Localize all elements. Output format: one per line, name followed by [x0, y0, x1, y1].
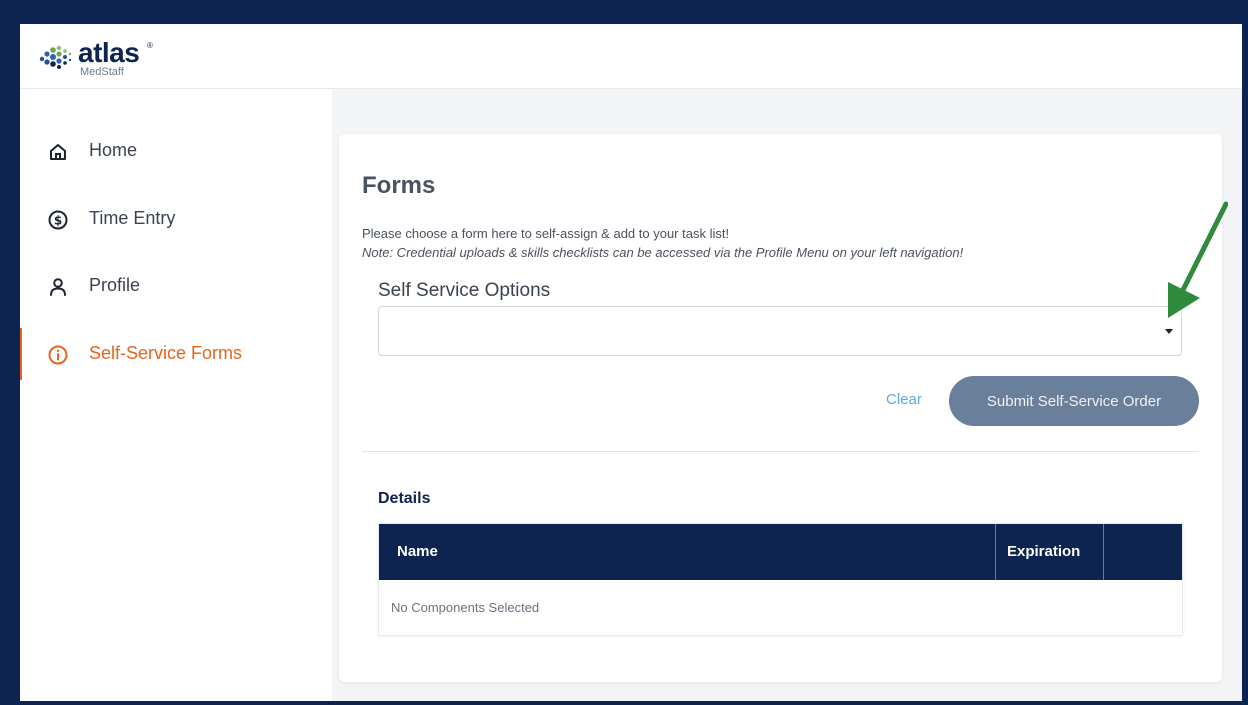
details-table: Name Expiration No Components Selected [378, 523, 1183, 636]
sidebar-item-home[interactable]: Home [20, 131, 332, 171]
brand-name: atlas [78, 37, 140, 68]
top-bar: atlas ® MedStaff [20, 24, 1242, 89]
sidebar: Home $ Time Entry Profile Self-Service F… [20, 89, 332, 701]
sidebar-item-label: Time Entry [89, 208, 176, 228]
submit-self-service-order-button[interactable]: Submit Self-Service Order [949, 376, 1199, 426]
globe-logo-icon [39, 45, 72, 69]
screen-frame: atlas ® MedStaff Home $ Time Entry Profi… [0, 0, 1248, 705]
column-header-name: Name [397, 543, 438, 560]
atlas-logo[interactable]: atlas ® MedStaff [34, 37, 164, 78]
brand-registered-mark: ® [147, 41, 153, 50]
column-separator [1103, 524, 1104, 580]
clear-button[interactable]: Clear [886, 391, 922, 408]
sidebar-item-profile[interactable]: Profile [20, 266, 332, 306]
green-arrow-annotation-icon [1168, 201, 1228, 318]
caret-down-icon[interactable] [1165, 329, 1173, 334]
self-service-options-select[interactable] [378, 306, 1182, 356]
note-text: Note: Credential uploads & skills checkl… [362, 245, 964, 260]
user-icon [50, 278, 66, 296]
info-circle-icon [48, 345, 68, 365]
self-service-options-label: Self Service Options [378, 280, 551, 301]
column-separator [995, 524, 996, 580]
svg-text:$: $ [54, 214, 62, 228]
page-title: Forms [362, 172, 436, 199]
sidebar-item-self-service-forms[interactable]: Self-Service Forms [20, 328, 332, 380]
empty-table-message: No Components Selected [391, 600, 540, 615]
sidebar-item-label: Home [89, 140, 138, 160]
home-icon [50, 144, 66, 160]
details-heading: Details [378, 490, 431, 507]
sidebar-item-time-entry[interactable]: $ Time Entry [20, 199, 332, 239]
brand-subtitle: MedStaff [80, 66, 124, 78]
table-header: Name Expiration [379, 524, 1182, 580]
sidebar-item-label: Profile [89, 275, 141, 295]
intro-text: Please choose a form here to self-assign… [362, 226, 730, 241]
dollar-circle-icon: $ [48, 210, 68, 230]
forms-card: Forms Please choose a form here to self-… [339, 134, 1222, 682]
app-window: atlas ® MedStaff Home $ Time Entry Profi… [20, 24, 1242, 701]
sidebar-item-label: Self-Service Forms [89, 343, 243, 363]
column-header-expiration: Expiration [1007, 543, 1081, 560]
divider [362, 451, 1199, 452]
main-content: Forms Please choose a form here to self-… [332, 89, 1242, 701]
